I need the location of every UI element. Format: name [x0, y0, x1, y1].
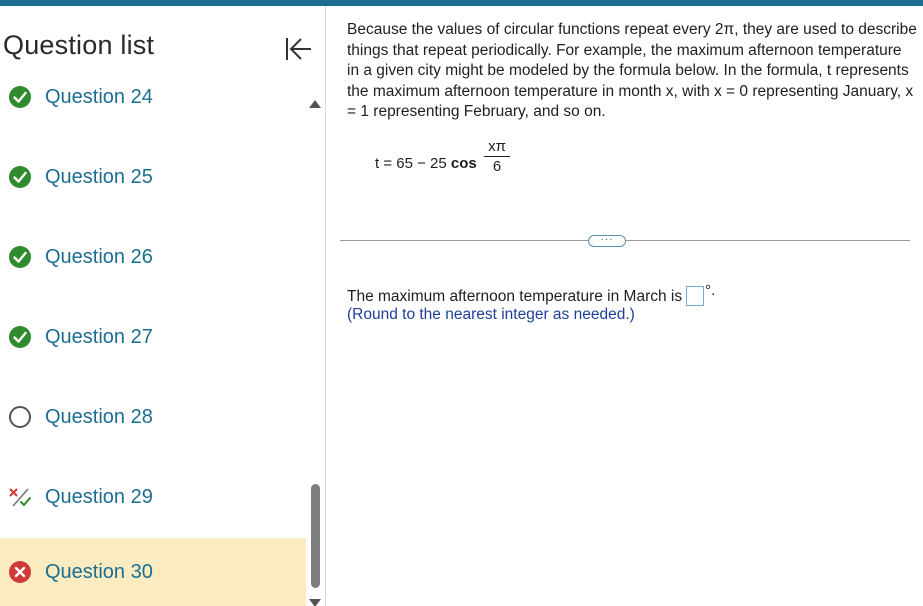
degree-unit: °.: [705, 282, 716, 299]
empty-circle-icon: [9, 406, 31, 428]
answer-prompt: The maximum afternoon temperature in Mar…: [347, 280, 715, 308]
question-item-24[interactable]: Question 24: [0, 63, 306, 131]
question-item-label: Question 28: [45, 406, 153, 428]
check-circle-icon: [9, 86, 31, 108]
question-item-label: Question 26: [45, 246, 153, 268]
answer-prompt-text: The maximum afternoon temperature in Mar…: [347, 288, 683, 305]
question-item-26[interactable]: Question 26: [0, 223, 306, 291]
question-list-title: Question list: [3, 30, 155, 60]
question-content-panel: Because the values of circular functions…: [327, 6, 923, 606]
fraction-bar: [484, 156, 510, 157]
check-circle-icon: [9, 326, 31, 348]
scroll-up-arrow-icon[interactable]: [308, 98, 322, 110]
question-item-label: Question 27: [45, 326, 153, 348]
formula-function: cos: [450, 155, 477, 172]
collapse-left-icon: [286, 38, 311, 60]
expand-more-button[interactable]: ···: [588, 235, 626, 247]
x-circle-icon: [9, 561, 31, 583]
question-item-label: Question 30: [45, 561, 153, 583]
question-item-label: Question 24: [45, 86, 153, 108]
answer-input[interactable]: [686, 286, 705, 306]
formula-lhs: t = 65 − 25 cos: [375, 155, 477, 172]
question-list-panel: Question list Question 24 Question 25 Qu…: [0, 6, 326, 606]
rounding-hint: (Round to the nearest integer as needed.…: [347, 306, 635, 323]
question-item-30[interactable]: Question 30: [0, 538, 306, 606]
fraction-numerator: xπ: [488, 138, 506, 155]
question-item-27[interactable]: Question 27: [0, 303, 306, 371]
formula-fraction: xπ 6: [484, 138, 510, 175]
question-item-25[interactable]: Question 25: [0, 143, 306, 211]
partial-credit-icon: [9, 488, 31, 507]
check-circle-icon: [9, 166, 31, 188]
formula-expression: t = 65 − 25: [375, 155, 451, 172]
scroll-down-arrow-icon[interactable]: [308, 598, 322, 606]
question-text: Because the values of circular functions…: [347, 21, 917, 120]
check-circle-icon: [9, 246, 31, 268]
question-item-29[interactable]: Question 29: [0, 463, 306, 531]
question-item-28[interactable]: Question 28: [0, 383, 306, 451]
collapse-panel-button[interactable]: [281, 34, 315, 64]
question-item-label: Question 25: [45, 166, 153, 188]
fraction-denominator: 6: [492, 158, 502, 175]
scrollbar-thumb[interactable]: [311, 484, 320, 588]
question-item-label: Question 29: [45, 486, 153, 508]
